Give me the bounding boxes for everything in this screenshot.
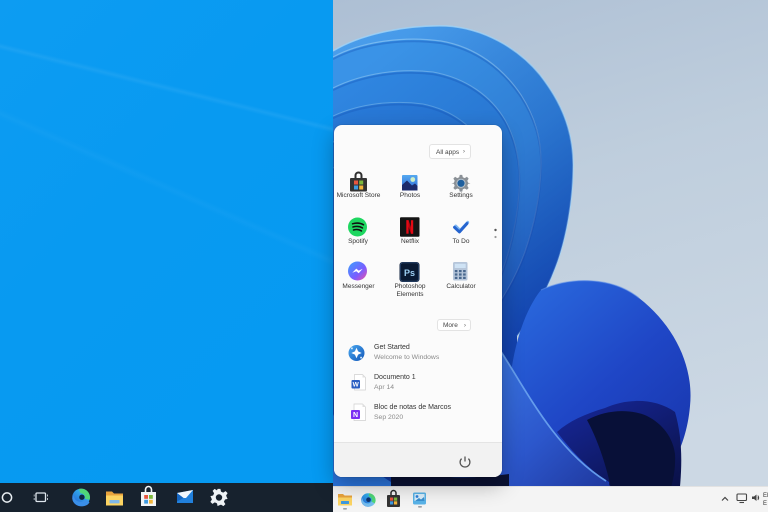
svg-text:E: E <box>763 501 767 507</box>
svg-text:N: N <box>353 412 358 419</box>
svg-text:W: W <box>353 382 360 389</box>
svg-text:EN: EN <box>763 493 768 499</box>
svg-text:Ps: Ps <box>404 268 415 278</box>
